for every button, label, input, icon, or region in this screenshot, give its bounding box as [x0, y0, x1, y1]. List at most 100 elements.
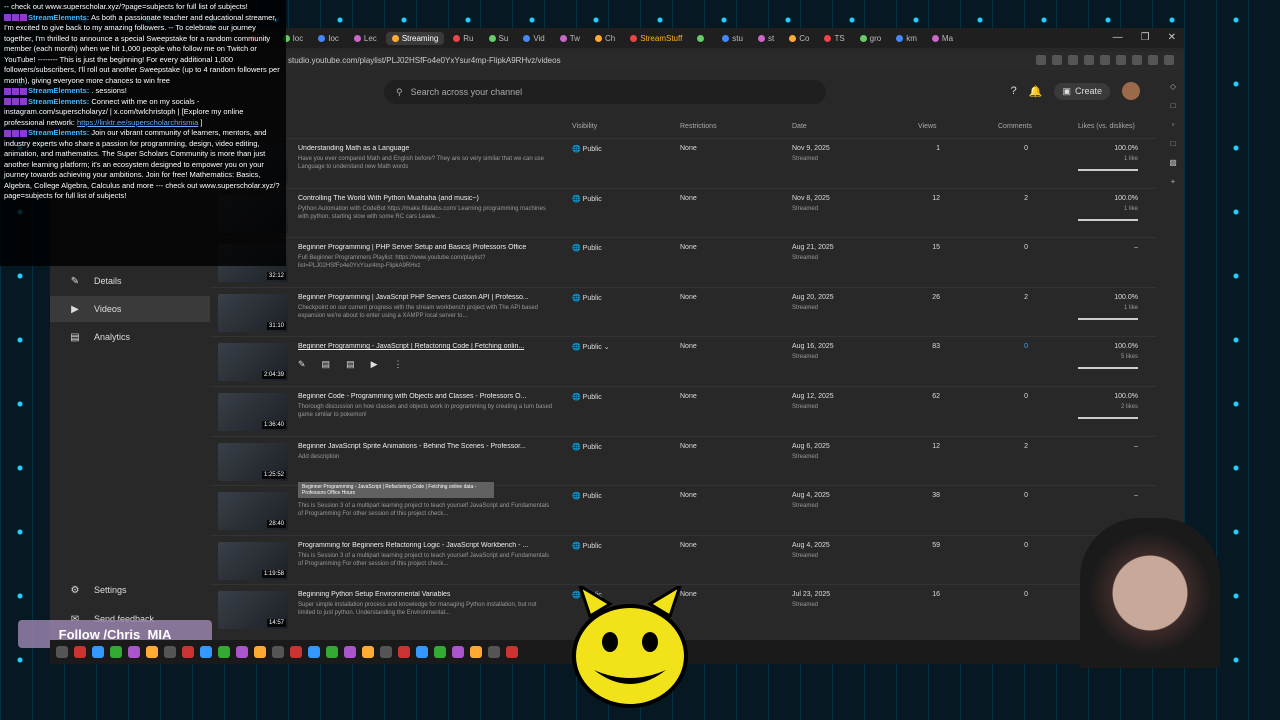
sidebar-item-settings[interactable]: ⚙ Settings — [50, 577, 210, 603]
minimize-button[interactable]: — — [1113, 32, 1123, 43]
video-thumbnail[interactable]: 28:40 — [218, 492, 288, 531]
extension-icon[interactable] — [1100, 55, 1110, 65]
comments-icon[interactable]: ▤ — [346, 359, 355, 370]
taskbar-app-icon[interactable] — [452, 646, 464, 658]
taskbar-app-icon[interactable] — [308, 646, 320, 658]
extension-icon[interactable] — [1036, 55, 1046, 65]
comments-cell[interactable]: 0 — [990, 492, 1028, 499]
taskbar-app-icon[interactable] — [290, 646, 302, 658]
browser-tab[interactable]: gro — [854, 32, 888, 45]
browser-tab[interactable]: Ru — [447, 32, 479, 45]
taskbar-app-icon[interactable] — [164, 646, 176, 658]
video-thumbnail[interactable]: 31:10 — [218, 293, 288, 332]
help-icon[interactable]: ? — [1011, 85, 1017, 97]
col-date[interactable]: Date — [792, 123, 807, 130]
browser-tab[interactable]: TS — [818, 32, 850, 45]
video-title[interactable]: Beginner Code - Programming with Objects… — [298, 393, 554, 400]
browser-tab[interactable] — [691, 33, 713, 44]
comments-cell[interactable]: 0 — [990, 542, 1028, 549]
maximize-button[interactable]: ❐ — [1141, 32, 1150, 43]
extension-icon[interactable] — [1148, 55, 1158, 65]
visibility-cell[interactable]: 🌐 Public ⌄ — [572, 343, 610, 351]
extension-icon[interactable] — [1164, 55, 1174, 65]
video-title[interactable]: Controlling The World With Python Muahah… — [298, 195, 554, 202]
taskbar-app-icon[interactable] — [506, 646, 518, 658]
taskbar-app-icon[interactable] — [110, 646, 122, 658]
video-thumbnail[interactable]: 14:57 — [218, 591, 288, 630]
video-thumbnail[interactable]: 1:19:58 — [218, 541, 288, 580]
more-options-icon[interactable]: ⋮ — [394, 359, 403, 370]
taskbar-app-icon[interactable] — [470, 646, 482, 658]
bell-icon[interactable]: 🔔 — [1029, 85, 1043, 98]
extension-icon[interactable] — [1084, 55, 1094, 65]
table-row[interactable]: 32:12 Beginner Programming | PHP Server S… — [210, 237, 1156, 287]
taskbar-app-icon[interactable] — [488, 646, 500, 658]
browser-tab[interactable]: Ioc — [312, 32, 345, 45]
video-title[interactable]: Beginner Programming | PHP Server Setup … — [298, 244, 554, 251]
comments-cell[interactable]: 2 — [990, 443, 1028, 450]
browser-tab[interactable]: st — [752, 32, 780, 45]
table-row[interactable]: Understanding Math as a Language Have you… — [210, 138, 1156, 188]
browser-tab[interactable]: Co — [783, 32, 815, 45]
visibility-cell[interactable]: 🌐 Public — [572, 542, 602, 550]
browser-tab[interactable]: Tw — [554, 32, 586, 45]
video-title[interactable]: Beginner JavaScript Sprite Animations - … — [298, 443, 554, 450]
analytics-icon[interactable]: ▤ — [322, 359, 331, 370]
visibility-cell[interactable]: 🌐 Public — [572, 244, 602, 252]
address-bar[interactable]: studio.youtube.com/playlist/PLJ02HSfFo4e… — [238, 52, 1184, 70]
col-likes[interactable]: Likes (vs. dislikes) — [1078, 123, 1135, 130]
taskbar-app-icon[interactable] — [218, 646, 230, 658]
browser-tab[interactable]: Streaming — [385, 31, 445, 45]
taskbar-app-icon[interactable] — [380, 646, 392, 658]
close-window-button[interactable]: ✕ — [1168, 32, 1176, 43]
visibility-cell[interactable]: 🌐 Public — [572, 145, 602, 153]
url-text[interactable]: studio.youtube.com/playlist/PLJ02HSfFo4e… — [288, 56, 561, 65]
table-row[interactable]: 1:36:40 Beginner Code - Programming with … — [210, 386, 1156, 436]
browser-tab[interactable]: km — [890, 32, 923, 45]
taskbar-app-icon[interactable] — [272, 646, 284, 658]
visibility-cell[interactable]: 🌐 Public — [572, 443, 602, 451]
browser-tab[interactable]: Ma — [926, 32, 959, 45]
sidebar-item-videos[interactable]: ▶ Videos — [50, 296, 210, 322]
taskbar-app-icon[interactable] — [236, 646, 248, 658]
col-views[interactable]: Views — [918, 123, 937, 130]
table-row[interactable]: 1:19:58 Programming for Beginners Refacto… — [210, 534, 1156, 585]
side-panel-icon[interactable]: ▫ — [1172, 120, 1175, 129]
chat-link[interactable]: https://linktr.ee/superscholarchrismia — [77, 118, 198, 127]
taskbar-app-icon[interactable] — [416, 646, 428, 658]
visibility-cell[interactable]: 🌐 Public — [572, 195, 602, 203]
browser-tab[interactable]: Su — [483, 32, 515, 45]
browser-tab[interactable]: stu — [716, 32, 749, 45]
taskbar-app-icon[interactable] — [56, 646, 68, 658]
video-thumbnail[interactable]: 1:25:52 — [218, 442, 288, 481]
comments-cell[interactable]: 0 — [990, 145, 1028, 152]
taskbar-app-icon[interactable] — [146, 646, 158, 658]
chevron-down-icon[interactable]: ⌄ — [604, 344, 610, 351]
visibility-cell[interactable]: 🌐 Public — [572, 294, 602, 302]
table-row[interactable]: 1:25:52 Beginner JavaScript Sprite Animat… — [210, 435, 1156, 486]
taskbar-app-icon[interactable] — [92, 646, 104, 658]
extension-icon[interactable] — [1052, 55, 1062, 65]
taskbar-app-icon[interactable] — [74, 646, 86, 658]
browser-tab[interactable]: StreamStuff — [624, 32, 688, 45]
taskbar-app-icon[interactable] — [182, 646, 194, 658]
browser-tab[interactable]: Vid — [517, 32, 550, 45]
add-icon[interactable]: + — [1171, 177, 1176, 186]
comments-cell[interactable]: 0 — [990, 244, 1028, 251]
channel-search[interactable]: ⚲ Search across your channel — [384, 80, 826, 104]
youtube-icon[interactable]: ▶ — [371, 359, 378, 370]
side-panel-icon[interactable]: ◇ — [1170, 82, 1176, 91]
side-panel-icon[interactable]: □ — [1171, 101, 1176, 110]
comments-cell[interactable]: 0 — [990, 591, 1028, 598]
visibility-cell[interactable]: 🌐 Public — [572, 492, 602, 500]
video-title[interactable]: Beginner Programming - JavaScript | Refa… — [298, 343, 554, 350]
comments-cell[interactable]: 2 — [990, 294, 1028, 301]
table-row[interactable]: 2:04:39 Beginner Programming - JavaScript… — [210, 336, 1156, 386]
video-thumbnail[interactable]: 1:36:40 — [218, 393, 288, 431]
edit-icon[interactable]: ✎ — [298, 359, 306, 370]
comments-cell[interactable]: 2 — [990, 195, 1028, 202]
video-thumbnail[interactable]: 2:04:39 — [218, 343, 288, 382]
video-title[interactable]: Beginning Python Setup Environmental Var… — [298, 591, 554, 598]
col-restrictions[interactable]: Restrictions — [680, 123, 717, 130]
taskbar-app-icon[interactable] — [434, 646, 446, 658]
